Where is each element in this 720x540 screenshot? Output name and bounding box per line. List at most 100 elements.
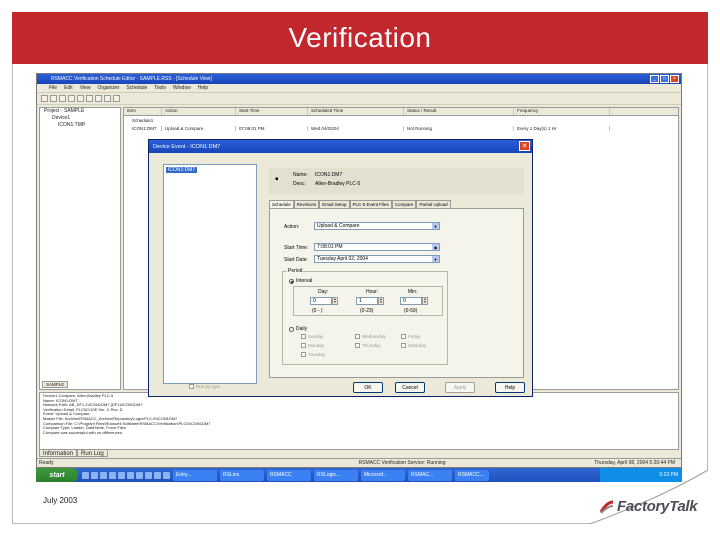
- taskbar-task[interactable]: RSMACC...: [455, 469, 489, 481]
- period-group: Period Interval Day: 0 ▲ ▼ (0 - ) Hour: 1…: [282, 268, 448, 365]
- device-list[interactable]: ICON1:DM7: [163, 164, 257, 384]
- status-center: RSMACC Verification Service: Running: [358, 460, 446, 466]
- help-icon[interactable]: [113, 95, 120, 102]
- taskbar-task[interactable]: RSMACC: [267, 469, 311, 481]
- menu-view[interactable]: View: [80, 85, 91, 91]
- quick-launch-icon[interactable]: [145, 471, 152, 479]
- quick-launch-icon[interactable]: [91, 471, 98, 479]
- open-icon[interactable]: [50, 95, 57, 102]
- tree-node-project[interactable]: Project - SAMPLE: [40, 108, 120, 115]
- menu-file[interactable]: File: [49, 85, 57, 91]
- help-button[interactable]: Help: [495, 382, 525, 393]
- tab-compare[interactable]: Compare: [391, 200, 417, 208]
- print-icon[interactable]: [68, 95, 75, 102]
- run-icon[interactable]: [104, 95, 111, 102]
- paste-icon[interactable]: [95, 95, 102, 102]
- dialog-title-bar: Device Event - ICON1:DM7 ✕: [149, 140, 532, 153]
- col-header-start-time[interactable]: Start Time: [236, 108, 308, 115]
- quick-launch-icon[interactable]: [82, 471, 89, 479]
- col-header-scheduled-time[interactable]: Scheduled Time: [308, 108, 404, 115]
- quick-launch-icon[interactable]: [127, 471, 134, 479]
- schedule-node[interactable]: Schedule1: [124, 116, 678, 124]
- col-header-frequency[interactable]: Frequency: [514, 108, 610, 115]
- action-select-value: Upload & Compare: [317, 223, 360, 229]
- daily-radio[interactable]: Daily: [289, 326, 307, 332]
- menu-bar: File Edit View Organizer Schedule Tools …: [37, 84, 681, 93]
- checkbox-thursday[interactable]: Thursday: [355, 343, 381, 348]
- interval-box: Day: 0 ▲ ▼ (0 - ) Hour: 1 ▲ ▼ (0-23) Min: …: [293, 286, 443, 316]
- taskbar-task[interactable]: RSMAC...: [408, 469, 452, 481]
- quick-launch-icon[interactable]: [118, 471, 125, 479]
- new-icon[interactable]: [41, 95, 48, 102]
- dialog-close-icon[interactable]: ✕: [519, 141, 530, 151]
- save-icon[interactable]: [59, 95, 66, 102]
- checkbox-sunday[interactable]: Sunday: [301, 334, 323, 339]
- copy-icon[interactable]: [86, 95, 93, 102]
- ok-button[interactable]: OK: [353, 382, 383, 393]
- min-spinner[interactable]: 0: [400, 297, 422, 305]
- table-row[interactable]: ICON1:DM7 Upload & Compare 07:08:01 PM W…: [124, 124, 678, 132]
- checkbox-monday[interactable]: Monday: [301, 343, 324, 348]
- cut-icon[interactable]: [77, 95, 84, 102]
- status-left: Ready: [39, 460, 54, 466]
- tab-email-setup[interactable]: Email Setup: [319, 200, 350, 208]
- menu-organizer[interactable]: Organizer: [97, 85, 119, 91]
- taskbar-task[interactable]: RSLinx: [220, 469, 264, 481]
- run-by-type-checkbox[interactable]: Run by type: [189, 384, 220, 389]
- tree-node-device[interactable]: Device1: [40, 115, 120, 122]
- quick-launch-icon[interactable]: [163, 471, 170, 479]
- hour-spinner[interactable]: 1: [356, 297, 378, 305]
- checkbox-icon: [301, 343, 306, 348]
- desc-label: Desc:: [293, 181, 306, 187]
- start-date-input[interactable]: Tuesday April 02, 2004 ▼: [314, 255, 440, 263]
- slide-title: Verification: [288, 22, 432, 53]
- day-spin-arrows-icon[interactable]: ▲ ▼: [332, 297, 338, 305]
- menu-edit[interactable]: Edit: [64, 85, 73, 91]
- apply-button[interactable]: Apply: [445, 382, 475, 393]
- day-spinner[interactable]: 0: [310, 297, 332, 305]
- checkbox-tuesday[interactable]: Tuesday: [301, 352, 325, 357]
- tab-partial-upload[interactable]: Partial Upload: [416, 200, 451, 208]
- quick-launch-icon[interactable]: [100, 471, 107, 479]
- min-spin-arrows-icon[interactable]: ▲ ▼: [422, 297, 428, 305]
- tab-information[interactable]: Information: [39, 449, 78, 457]
- radio-unselected-icon: [289, 326, 294, 332]
- app-window-title: RSMACC Verification Schedule Editor - SA…: [51, 76, 212, 82]
- col-header-item[interactable]: Item: [124, 108, 162, 115]
- maximize-icon[interactable]: □: [660, 75, 669, 83]
- col-header-action[interactable]: Action: [162, 108, 236, 115]
- quick-launch-icon[interactable]: [136, 471, 143, 479]
- day-value: 0: [313, 298, 316, 304]
- start-time-input[interactable]: 7:08:01 PM ◆: [314, 243, 440, 251]
- tab-schedule[interactable]: Schedule: [269, 200, 294, 208]
- device-icon: ▪: [275, 174, 279, 185]
- minimize-icon[interactable]: _: [650, 75, 659, 83]
- menu-window[interactable]: Window: [173, 85, 191, 91]
- menu-help[interactable]: Help: [198, 85, 208, 91]
- start-button[interactable]: start: [36, 468, 78, 482]
- menu-schedule[interactable]: Schedule: [126, 85, 147, 91]
- menu-tools[interactable]: Tools: [154, 85, 166, 91]
- checkbox-saturday[interactable]: Saturday: [401, 343, 426, 348]
- tree-tab-sample[interactable]: SAMPLE: [42, 381, 69, 388]
- close-icon[interactable]: ×: [670, 75, 679, 83]
- taskbar-task[interactable]: Microsof...: [361, 469, 405, 481]
- quick-launch-icon[interactable]: [154, 471, 161, 479]
- hour-spin-arrows-icon[interactable]: ▲ ▼: [378, 297, 384, 305]
- tab-plc5-event-files[interactable]: PLC-5 Event Files: [349, 200, 392, 208]
- tree-node-icon[interactable]: ICON1:TMP: [40, 122, 120, 129]
- tab-revisions[interactable]: Revisions: [293, 200, 320, 208]
- tab-run-log[interactable]: Run Log: [77, 449, 108, 457]
- log-output[interactable]: Device1 Compare, Allen-Bradley PLC-5 Nam…: [39, 392, 679, 450]
- checkbox-icon: [355, 334, 360, 339]
- col-header-status[interactable]: Status / Result: [404, 108, 514, 115]
- cancel-button[interactable]: Cancel: [395, 382, 425, 393]
- quick-launch-icon[interactable]: [109, 471, 116, 479]
- taskbar-task[interactable]: RSLogix...: [314, 469, 358, 481]
- interval-radio[interactable]: Interval: [289, 278, 312, 284]
- checkbox-friday[interactable]: Friday: [401, 334, 421, 339]
- device-list-item[interactable]: ICON1:DM7: [166, 167, 198, 173]
- taskbar-task[interactable]: Entry...: [173, 469, 217, 481]
- action-select[interactable]: Upload & Compare ▼: [314, 222, 440, 230]
- checkbox-wednesday[interactable]: Wednesday: [355, 334, 386, 339]
